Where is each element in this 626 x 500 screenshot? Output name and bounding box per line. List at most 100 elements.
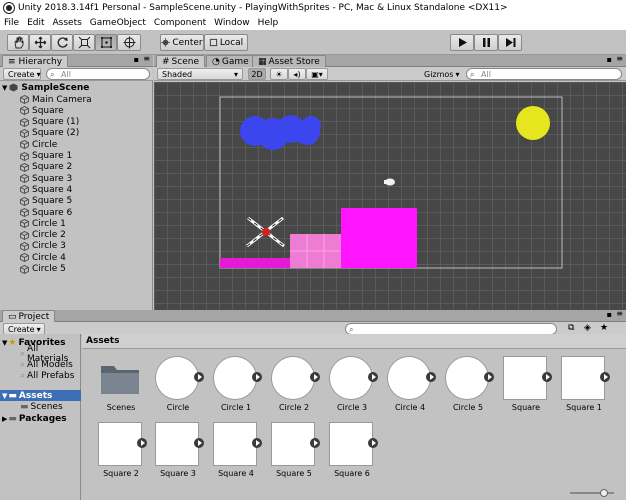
audio-toggle[interactable]: ◂): [288, 68, 306, 80]
hierarchy-item[interactable]: Square: [20, 105, 173, 116]
asset-item[interactable]: Square 5: [269, 422, 323, 490]
asset-item[interactable]: Square 3: [153, 422, 207, 490]
scene-viewport[interactable]: [154, 82, 626, 310]
step-button[interactable]: [498, 34, 522, 51]
scene-search-input[interactable]: ⌕ All: [466, 68, 622, 80]
tall-block-sprite[interactable]: [341, 208, 417, 268]
panel-menu-icon[interactable]: ≡: [616, 309, 623, 318]
menu-help[interactable]: Help: [254, 18, 283, 28]
hierarchy-item[interactable]: Square 3: [20, 173, 173, 184]
filter-label-icon[interactable]: ◈: [584, 323, 591, 333]
expand-sprite-icon[interactable]: [600, 372, 610, 382]
expand-sprite-icon[interactable]: [310, 438, 320, 448]
space-local-toggle[interactable]: Local: [204, 34, 248, 51]
asset-item[interactable]: Square 6: [327, 422, 381, 490]
shading-mode-dropdown[interactable]: Shaded ▾: [157, 68, 243, 80]
asset-item[interactable]: Circle 1: [211, 356, 265, 424]
menu-edit[interactable]: Edit: [23, 18, 48, 28]
hierarchy-item[interactable]: Square 2: [20, 162, 173, 173]
hierarchy-create-dropdown[interactable]: Create ▾: [3, 68, 41, 80]
pivot-center-toggle[interactable]: Center: [160, 34, 204, 51]
tab-hierarchy[interactable]: ≡ Hierarchy: [2, 55, 69, 67]
lock-icon[interactable]: ▪: [607, 55, 612, 64]
hierarchy-item[interactable]: Circle 3: [20, 241, 173, 252]
asset-item[interactable]: Circle 4: [385, 356, 439, 424]
menu-component[interactable]: Component: [150, 18, 210, 28]
tree-favorite-item[interactable]: ⌕ All Materials: [20, 344, 80, 364]
hierarchy-item[interactable]: Square (1): [20, 117, 173, 128]
tree-scenes-folder[interactable]: ▬ Scenes: [20, 401, 63, 412]
menu-gameobject[interactable]: GameObject: [86, 18, 150, 28]
rotate-tool-button[interactable]: [51, 34, 73, 51]
hierarchy-item[interactable]: Circle 1: [20, 218, 173, 229]
hierarchy-item[interactable]: Square 5: [20, 196, 173, 207]
expand-sprite-icon[interactable]: [194, 372, 204, 382]
hierarchy-item[interactable]: Circle 5: [20, 264, 173, 275]
menu-window[interactable]: Window: [210, 18, 254, 28]
hierarchy-item[interactable]: Square 6: [20, 207, 173, 218]
hierarchy-item[interactable]: Square 4: [20, 184, 173, 195]
expand-sprite-icon[interactable]: [426, 372, 436, 382]
hierarchy-scene-root[interactable]: ▼ SampleScene: [2, 82, 155, 93]
expand-sprite-icon[interactable]: [368, 372, 378, 382]
panel-menu-icon[interactable]: ≡: [616, 54, 623, 63]
zoom-slider[interactable]: [570, 489, 614, 497]
asset-item[interactable]: Circle 5: [443, 356, 497, 424]
filter-type-icon[interactable]: ⧉: [568, 323, 574, 333]
zoom-slider-thumb[interactable]: [600, 489, 608, 497]
transform-tool-button[interactable]: [117, 34, 141, 51]
tab-asset-store[interactable]: ▦ Asset Store: [252, 55, 326, 67]
expand-sprite-icon[interactable]: [194, 438, 204, 448]
gizmos-dropdown[interactable]: Gizmos ▾: [420, 68, 460, 80]
expand-sprite-icon[interactable]: [368, 438, 378, 448]
sun-sprite[interactable]: [516, 106, 550, 140]
lighting-toggle[interactable]: ☀: [270, 68, 288, 80]
pink-block-sprite[interactable]: [290, 234, 341, 268]
tree-favorite-item[interactable]: ⌕ All Models: [20, 359, 73, 370]
asset-item[interactable]: Square 4: [211, 422, 265, 490]
expand-sprite-icon[interactable]: [484, 372, 494, 382]
scale-tool-button[interactable]: [73, 34, 95, 51]
ground-sprite[interactable]: [220, 258, 290, 268]
hierarchy-item[interactable]: Circle: [20, 139, 173, 150]
tab-project[interactable]: ▭ Project: [2, 310, 56, 322]
expand-sprite-icon[interactable]: [137, 438, 147, 448]
asset-item[interactable]: Square: [501, 356, 555, 424]
cloud-sprite[interactable]: [240, 115, 321, 150]
asset-item[interactable]: Circle 3: [327, 356, 381, 424]
rect-tool-button[interactable]: [95, 34, 117, 51]
tab-scene[interactable]: # Scene: [156, 55, 205, 67]
tab-game[interactable]: ◔ Game: [206, 55, 255, 67]
expand-sprite-icon[interactable]: [542, 372, 552, 382]
expand-sprite-icon[interactable]: [252, 372, 262, 382]
tree-assets[interactable]: ▼ ▬ Assets: [0, 390, 81, 401]
expand-sprite-icon[interactable]: [252, 438, 262, 448]
scene-canvas[interactable]: [154, 82, 626, 310]
lock-icon[interactable]: ▪: [134, 55, 139, 64]
2d-mode-toggle[interactable]: 2D: [248, 68, 266, 80]
lock-icon[interactable]: ▪: [607, 310, 612, 319]
favorite-star-icon[interactable]: ★: [600, 323, 608, 333]
effects-dropdown[interactable]: ▣▾: [306, 68, 328, 80]
asset-item[interactable]: Circle 2: [269, 356, 323, 424]
hierarchy-item[interactable]: Square 1: [20, 151, 173, 162]
asset-item[interactable]: Square 2: [96, 422, 150, 490]
hierarchy-search-input[interactable]: ⌕ All: [46, 68, 150, 80]
move-tool-button[interactable]: [29, 34, 51, 51]
asset-item[interactable]: Square 1: [559, 356, 613, 424]
panel-menu-icon[interactable]: ≡: [143, 54, 150, 63]
menu-assets[interactable]: Assets: [49, 18, 86, 28]
pause-button[interactable]: [474, 34, 498, 51]
tree-packages[interactable]: ▶ ▬ Packages: [2, 413, 67, 424]
asset-item[interactable]: Circle: [153, 356, 207, 424]
hierarchy-item[interactable]: Square (2): [20, 128, 173, 139]
menu-file[interactable]: File: [0, 18, 23, 28]
hierarchy-item[interactable]: Main Camera: [20, 94, 173, 105]
play-button[interactable]: [450, 34, 474, 51]
asset-item[interactable]: Scenes: [96, 356, 150, 424]
move-handle-gizmo[interactable]: [246, 216, 285, 248]
hierarchy-item[interactable]: Circle 4: [20, 252, 173, 263]
hierarchy-item[interactable]: Circle 2: [20, 230, 173, 241]
tree-favorite-item[interactable]: ⌕ All Prefabs: [20, 370, 74, 381]
hand-tool-button[interactable]: [7, 34, 29, 51]
